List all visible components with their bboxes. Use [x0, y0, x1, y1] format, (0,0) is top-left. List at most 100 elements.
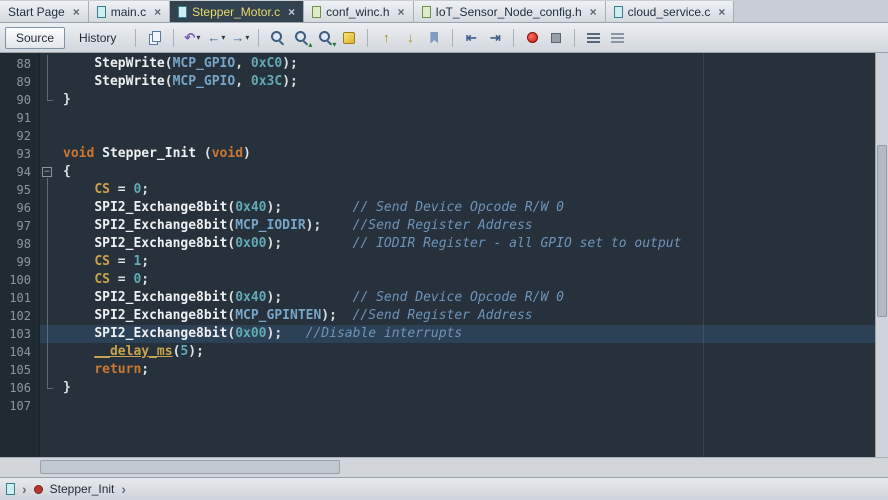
code-text[interactable]: CS = 1;: [55, 253, 875, 271]
line-number[interactable]: 101: [0, 289, 40, 307]
code-text[interactable]: void Stepper_Init (void): [55, 145, 875, 163]
tab-iot-sensor-node-config-h[interactable]: IoT_Sensor_Node_config.h×: [414, 1, 606, 22]
fold-indicator: [40, 109, 55, 127]
fold-indicator: [40, 397, 55, 415]
line-number[interactable]: 104: [0, 343, 40, 361]
uncomment-icon[interactable]: [606, 27, 628, 49]
jump-back-icon[interactable]: ←▾: [205, 27, 227, 49]
tab-close-icon[interactable]: ×: [288, 5, 295, 19]
vertical-scrollbar-thumb[interactable]: [877, 145, 887, 317]
code-text[interactable]: [55, 397, 875, 415]
tab-close-icon[interactable]: ×: [154, 5, 161, 19]
code-text[interactable]: {: [55, 163, 875, 181]
horizontal-scrollbar-thumb[interactable]: [40, 460, 340, 474]
shift-line-right-icon[interactable]: ⇥: [484, 27, 506, 49]
comment-icon[interactable]: [582, 27, 604, 49]
code-line: 106}: [0, 379, 875, 397]
tab-stepper-motor-c[interactable]: Stepper_Motor.c×: [170, 1, 304, 22]
line-number[interactable]: 88: [0, 55, 40, 73]
code-text[interactable]: }: [55, 379, 875, 397]
find-next-icon[interactable]: ▾: [314, 27, 336, 49]
next-bookmark-icon[interactable]: ↓: [399, 27, 421, 49]
code-line: 99 CS = 1;: [0, 253, 875, 271]
start-macro-recording-icon[interactable]: [521, 27, 543, 49]
history-view-button[interactable]: History: [68, 27, 127, 49]
find-previous-icon[interactable]: ▴: [290, 27, 312, 49]
line-number[interactable]: 107: [0, 397, 40, 415]
versioning-diff-icon[interactable]: [144, 27, 166, 49]
code-text[interactable]: }: [55, 91, 875, 109]
line-number[interactable]: 95: [0, 181, 40, 199]
horizontal-scrollbar[interactable]: [0, 457, 888, 477]
tab-close-icon[interactable]: ×: [590, 5, 597, 19]
code-text[interactable]: CS = 0;: [55, 271, 875, 289]
code-text[interactable]: CS = 0;: [55, 181, 875, 199]
code-text[interactable]: [55, 109, 875, 127]
line-number[interactable]: 97: [0, 217, 40, 235]
tab-close-icon[interactable]: ×: [398, 5, 405, 19]
h-file-icon: [312, 6, 321, 18]
toggle-highlight-icon[interactable]: [338, 27, 360, 49]
fold-indicator: [40, 127, 55, 145]
fold-indicator: [40, 343, 55, 361]
line-number[interactable]: 91: [0, 109, 40, 127]
stop-macro-recording-icon[interactable]: [545, 27, 567, 49]
tab-conf-winc-h[interactable]: conf_winc.h×: [304, 1, 413, 22]
code-text[interactable]: SPI2_Exchange8bit(0x00); //Disable inter…: [55, 325, 875, 343]
line-number[interactable]: 105: [0, 361, 40, 379]
toggle-bookmark-icon[interactable]: [423, 27, 445, 49]
fold-collapse-icon[interactable]: −: [40, 163, 55, 181]
previous-bookmark-icon[interactable]: ↑: [375, 27, 397, 49]
tab-start-page[interactable]: Start Page×: [0, 1, 89, 22]
vertical-scrollbar[interactable]: [875, 53, 888, 457]
code-text[interactable]: return;: [55, 361, 875, 379]
code-text[interactable]: StepWrite(MCP_GPIO, 0xC0);: [55, 55, 875, 73]
last-edit-icon[interactable]: ↶▾: [181, 27, 203, 49]
breadcrumb-item[interactable]: Stepper_Init: [50, 482, 115, 496]
line-number[interactable]: 102: [0, 307, 40, 325]
code-line: 101 SPI2_Exchange8bit(0x40); // Send Dev…: [0, 289, 875, 307]
code-line: 96 SPI2_Exchange8bit(0x40); // Send Devi…: [0, 199, 875, 217]
code-line: 103 SPI2_Exchange8bit(0x00); //Disable i…: [0, 325, 875, 343]
code-text[interactable]: SPI2_Exchange8bit(MCP_GPINTEN); //Send R…: [55, 307, 875, 325]
code-text[interactable]: [55, 127, 875, 145]
line-number[interactable]: 89: [0, 73, 40, 91]
line-number[interactable]: 94: [0, 163, 40, 181]
code-text[interactable]: SPI2_Exchange8bit(0x40); // Send Device …: [55, 289, 875, 307]
tab-close-icon[interactable]: ×: [718, 5, 725, 19]
code-text[interactable]: SPI2_Exchange8bit(0x00); // IODIR Regist…: [55, 235, 875, 253]
line-number[interactable]: 98: [0, 235, 40, 253]
find-selection-icon[interactable]: [266, 27, 288, 49]
code-text[interactable]: SPI2_Exchange8bit(MCP_IODIR); //Send Reg…: [55, 217, 875, 235]
line-number[interactable]: 99: [0, 253, 40, 271]
breadcrumb: ›Stepper_Init›: [0, 477, 888, 500]
shift-line-left-icon[interactable]: ⇤: [460, 27, 482, 49]
code-text[interactable]: StepWrite(MCP_GPIO, 0x3C);: [55, 73, 875, 91]
code-line: 91: [0, 109, 875, 127]
tab-main-c[interactable]: main.c×: [89, 1, 170, 22]
line-number[interactable]: 100: [0, 271, 40, 289]
code-lines: 88 StepWrite(MCP_GPIO, 0xC0); 89 StepWrit…: [0, 55, 875, 415]
c-file-icon: [6, 483, 15, 495]
code-line: 98 SPI2_Exchange8bit(0x00); // IODIR Reg…: [0, 235, 875, 253]
code-line: 92: [0, 127, 875, 145]
code-line: 95 CS = 0;: [0, 181, 875, 199]
source-view-button[interactable]: Source: [5, 27, 65, 49]
jump-forward-icon[interactable]: →▾: [229, 27, 251, 49]
code-line: 100 CS = 0;: [0, 271, 875, 289]
line-number[interactable]: 106: [0, 379, 40, 397]
method-icon: [34, 485, 43, 494]
line-number[interactable]: 103: [0, 325, 40, 343]
code-line: 90}: [0, 91, 875, 109]
code-line: 104 __delay_ms(5);: [0, 343, 875, 361]
fold-indicator: [40, 199, 55, 217]
editor-toolbar: Source History ↶▾←▾→▾ ▴▾ ↑↓ ⇤⇥: [0, 23, 888, 53]
line-number[interactable]: 92: [0, 127, 40, 145]
line-number[interactable]: 96: [0, 199, 40, 217]
tab-cloud-service-c[interactable]: cloud_service.c×: [606, 1, 735, 22]
line-number[interactable]: 90: [0, 91, 40, 109]
line-number[interactable]: 93: [0, 145, 40, 163]
code-text[interactable]: __delay_ms(5);: [55, 343, 875, 361]
tab-close-icon[interactable]: ×: [73, 5, 80, 19]
code-text[interactable]: SPI2_Exchange8bit(0x40); // Send Device …: [55, 199, 875, 217]
